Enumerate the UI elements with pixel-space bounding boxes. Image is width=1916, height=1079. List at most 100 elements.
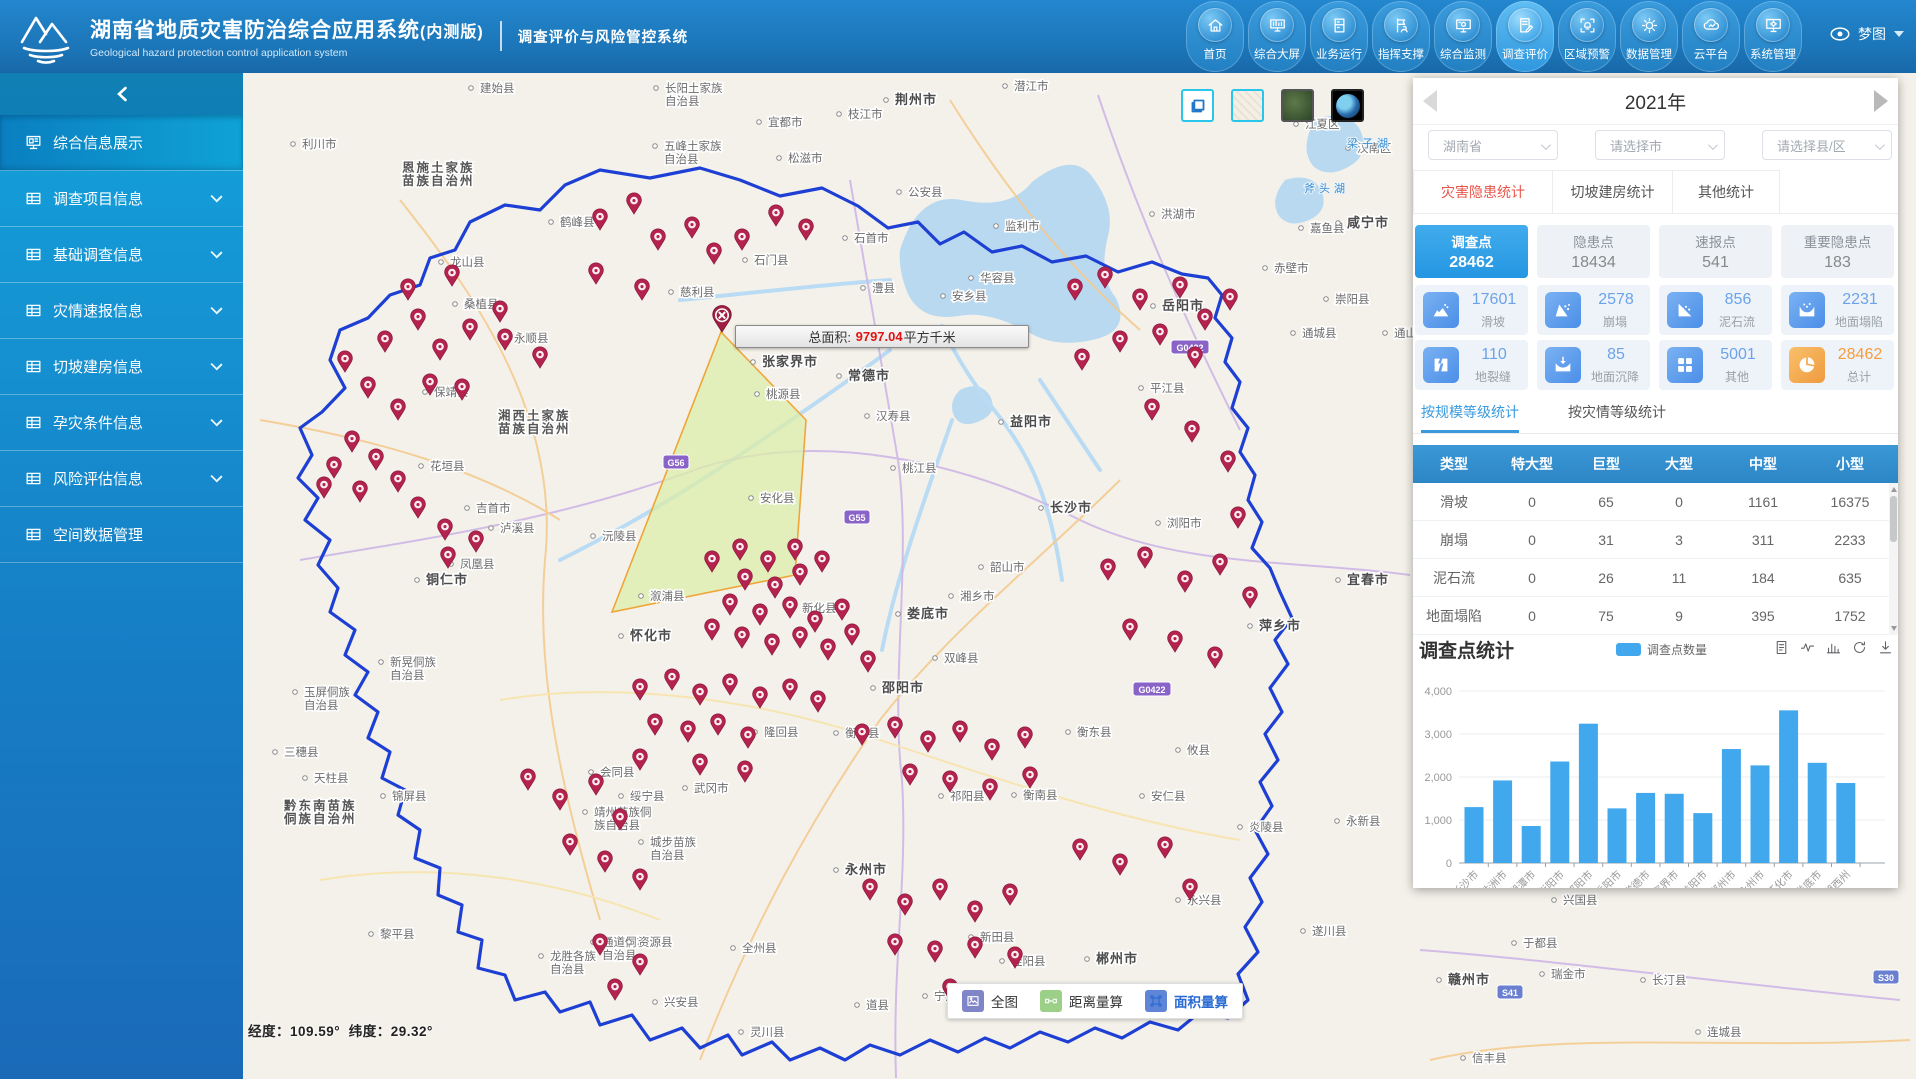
subtab-1[interactable]: 按灾情等级统计 <box>1568 402 1666 430</box>
tab-0[interactable]: 灾害隐患统计 <box>1413 170 1553 214</box>
line-chart-icon[interactable] <box>1799 639 1816 656</box>
sidebar-item-0[interactable]: 综合信息展示 <box>0 115 243 171</box>
pie-total-icon <box>1789 347 1825 383</box>
stat-card-2[interactable]: 速报点541 <box>1659 225 1772 278</box>
monitor-icon <box>1446 8 1480 42</box>
layers-icon[interactable] <box>1181 89 1214 122</box>
subsystem-title: 调查评价与风险管控系统 <box>518 26 689 47</box>
stat-card-3[interactable]: 重要隐患点183 <box>1781 225 1894 278</box>
region-select-1[interactable]: 请选择市 <box>1595 130 1725 160</box>
tabs-filler <box>1780 170 1898 214</box>
x-tick-label: 邵阳市 <box>1564 868 1595 888</box>
table-cell: 11 <box>1643 570 1715 586</box>
map-tool-0[interactable]: 全图 <box>962 990 1018 1012</box>
legend-label: 调查点数量 <box>1647 641 1707 658</box>
stat-card-1[interactable]: 隐患点18434 <box>1537 225 1650 278</box>
table-scrollbar[interactable] <box>1889 483 1898 635</box>
bar-chart-icon[interactable] <box>1825 639 1842 656</box>
nav-item-1[interactable]: 综合大屏 <box>1248 1 1306 72</box>
year-next-button[interactable] <box>1874 90 1888 112</box>
map-tool-2[interactable]: 面积量算 <box>1145 990 1228 1012</box>
map-label: 灵川县 <box>750 1026 785 1039</box>
dataview-icon[interactable] <box>1773 639 1790 656</box>
sidebar-item-6[interactable]: 风险评估信息 <box>0 451 243 507</box>
map-label: 赣州市 <box>1448 972 1490 987</box>
nav-item-7[interactable]: 数据管理 <box>1620 1 1678 72</box>
bar-益阳市 <box>1693 813 1712 863</box>
x-tick-label: 岳阳市 <box>1593 868 1624 888</box>
earth-thumbnail[interactable] <box>1331 89 1364 122</box>
map-label: 邵阳市 <box>881 680 924 695</box>
distance-measure-icon <box>1040 990 1062 1012</box>
year-selector: 2021年 <box>1413 78 1898 125</box>
data-icon <box>1640 16 1659 35</box>
x-tick-label: 怀化市 <box>1764 868 1795 888</box>
refresh-icon[interactable] <box>1851 639 1868 656</box>
stat-card-value: 541 <box>1702 254 1729 272</box>
satellite-thumbnail[interactable] <box>1281 89 1314 122</box>
tab-1[interactable]: 切坡建房统计 <box>1553 170 1673 214</box>
nav-item-9[interactable]: 系统管理 <box>1744 1 1802 72</box>
table-row-0[interactable]: 滑坡0650116116375 <box>1413 483 1898 521</box>
nav-item-3[interactable]: 指挥支撑 <box>1372 1 1430 72</box>
table-col-header: 中型 <box>1715 454 1811 474</box>
download-icon[interactable] <box>1877 639 1894 656</box>
nav-item-0[interactable]: 首页 <box>1186 1 1244 72</box>
map-label: 公安县 <box>908 185 943 199</box>
map-tool-1[interactable]: 距离量算 <box>1040 990 1123 1012</box>
hazard-stat-value: 17601 <box>1465 291 1523 309</box>
chevron-down-icon <box>210 470 222 482</box>
tab-2[interactable]: 其他统计 <box>1673 170 1780 214</box>
map-label: 常德市 <box>848 368 890 383</box>
stat-card-0[interactable]: 调查点28462 <box>1415 225 1528 278</box>
year-value: 2021年 <box>1625 88 1686 115</box>
select-value: 湖南省 <box>1443 136 1482 155</box>
map-layer-switcher <box>1181 89 1364 122</box>
region-select-0[interactable]: 湖南省 <box>1428 130 1558 160</box>
nav-item-2[interactable]: 业务运行 <box>1310 1 1368 72</box>
sidebar-item-4[interactable]: 切坡建房信息 <box>0 339 243 395</box>
nav-item-5[interactable]: 调查评价 <box>1496 1 1554 72</box>
sidebar-item-1[interactable]: 调查项目信息 <box>0 171 243 227</box>
street-map-thumbnail[interactable] <box>1231 89 1264 122</box>
table-row-3[interactable]: 地面塌陷07593951752 <box>1413 597 1898 635</box>
table-cell: 2233 <box>1811 532 1889 548</box>
user-menu[interactable]: 梦图 <box>1830 24 1904 44</box>
map-label: 永新县 <box>1346 814 1381 828</box>
map-label: 于都县 <box>1523 937 1558 950</box>
table-row-1[interactable]: 崩塌03133112233 <box>1413 521 1898 559</box>
hazard-stat-value: 2231 <box>1831 291 1889 309</box>
nav-item-8[interactable]: 云平台 <box>1682 1 1740 72</box>
nav-item-4[interactable]: 综合监测 <box>1434 1 1492 72</box>
scroll-down-icon[interactable] <box>1891 626 1897 631</box>
year-prev-button[interactable] <box>1423 90 1437 112</box>
stat-card-value: 183 <box>1824 254 1851 272</box>
scroll-up-icon[interactable] <box>1891 487 1897 492</box>
sidebar-item-2[interactable]: 基础调查信息 <box>0 227 243 283</box>
scroll-thumb[interactable] <box>1890 496 1897 542</box>
sidebar-item-label: 基础调查信息 <box>53 244 212 265</box>
header-divider <box>500 21 502 51</box>
region-select-2[interactable]: 请选择县/区 <box>1762 130 1892 160</box>
nav-item-label: 综合大屏 <box>1254 46 1300 62</box>
sidebar-item-7[interactable]: 空间数据管理 <box>0 507 243 563</box>
x-tick-label: 常德市 <box>1621 868 1652 888</box>
monitor-icon <box>1454 16 1473 35</box>
map-label: 连城县 <box>1707 1025 1742 1039</box>
table-row-2[interactable]: 泥石流02611184635 <box>1413 559 1898 597</box>
chart-legend[interactable]: 调查点数量 <box>1616 641 1707 658</box>
sidebar-collapse-button[interactable] <box>0 73 243 115</box>
sidebar-item-3[interactable]: 灾情速报信息 <box>0 283 243 339</box>
map-label: 新田县 <box>980 930 1015 944</box>
map-label: 枝江市 <box>848 107 883 121</box>
hazard-stat-5: 85地面沉降 <box>1537 340 1650 390</box>
nav-item-6[interactable]: 区域预警 <box>1558 1 1616 72</box>
bar-娄底市 <box>1808 763 1827 863</box>
map-label: 安仁县 <box>1151 789 1186 803</box>
line-chart-icon <box>1799 639 1816 656</box>
sidebar-item-5[interactable]: 孕灾条件信息 <box>0 395 243 451</box>
hazard-stat-3: 2231地面塌陷 <box>1781 285 1894 335</box>
subtab-0[interactable]: 按规模等级统计 <box>1421 402 1519 433</box>
ground-crack-icon <box>1430 354 1452 376</box>
x-tick-label: 衡阳市 <box>1535 868 1566 888</box>
